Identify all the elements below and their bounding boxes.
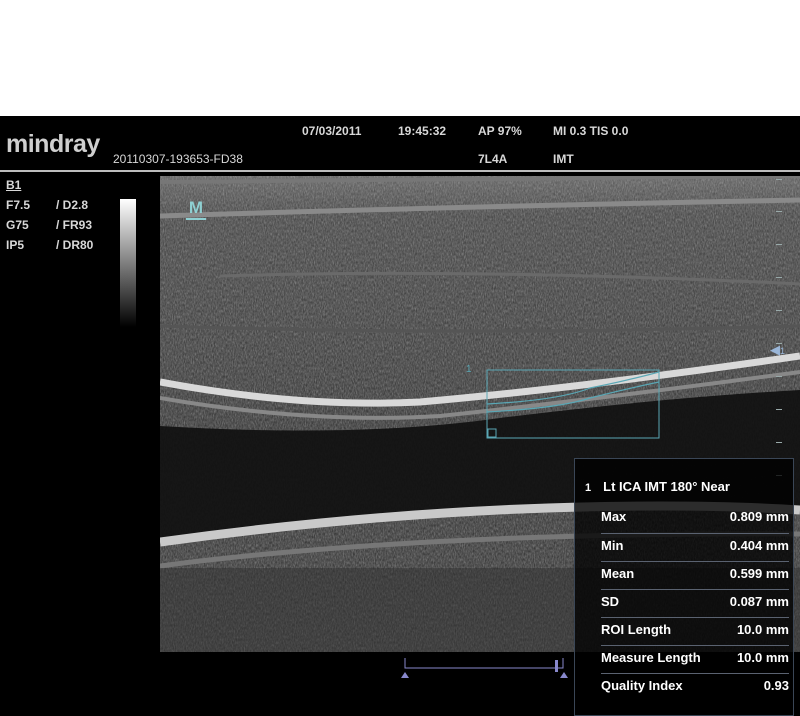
result-row-mean: Mean 0.599 mm (601, 561, 789, 586)
result-value: 0.087 mm (729, 594, 789, 609)
ultrasound-screen: mindray 20110307-193653-FD38 07/03/2011 … (0, 116, 800, 716)
param-right-2: / FR93 (56, 218, 93, 232)
mode-label: B1 (6, 178, 22, 192)
exam-date: 07/03/2011 (302, 124, 362, 138)
param-left-2: G75 (6, 218, 29, 232)
measurement-name: Lt ICA IMT 180° Near (603, 479, 730, 494)
grayscale-bar (120, 199, 136, 327)
mi-tis-readout: MI 0.3 TIS 0.0 (553, 124, 629, 138)
focus-label: 1 (780, 346, 786, 356)
frame-scrollbar[interactable] (400, 656, 572, 680)
mindray-logo: mindray (6, 130, 100, 158)
result-value: 0.599 mm (729, 566, 789, 581)
acoustic-power: AP 97% (478, 124, 522, 138)
header-divider (0, 170, 800, 172)
exam-time: 19:45:32 (398, 124, 447, 138)
results-title: 1 Lt ICA IMT 180° Near (585, 479, 730, 494)
focus-marker-icon: ◀1 (770, 342, 786, 357)
roi-label: 1 (466, 364, 472, 375)
result-label: Quality Index (601, 678, 683, 693)
param-right-1: / D2.8 (56, 198, 89, 212)
result-value: 10.0 mm (736, 622, 789, 637)
result-row-max: Max 0.809 mm (601, 505, 789, 529)
result-label: Min (601, 538, 624, 553)
result-row-min: Min 0.404 mm (601, 533, 789, 558)
result-row-measure-length: Measure Length 10.0 mm (601, 645, 789, 670)
exam-preset: IMT (553, 152, 574, 166)
result-label: Max (601, 509, 627, 524)
param-left-3: IP5 (6, 238, 25, 252)
measurement-index: 1 (585, 482, 592, 494)
result-value: 0.809 mm (729, 509, 789, 524)
result-label: ROI Length (601, 622, 672, 637)
result-label: SD (601, 594, 620, 609)
patient-id: 20110307-193653-FD38 (113, 152, 243, 166)
param-right-3: / DR80 (56, 238, 94, 252)
result-label: Measure Length (601, 650, 701, 665)
param-left-1: F7.5 (6, 198, 31, 212)
start-marker-icon (401, 672, 409, 678)
result-row-roi-length: ROI Length 10.0 mm (601, 617, 789, 642)
result-value: 0.404 mm (729, 538, 789, 553)
imt-results-panel: 1 Lt ICA IMT 180° Near Max 0.809 mm Min 0.4… (574, 458, 794, 716)
probe-name: 7L4A (478, 152, 508, 166)
result-row-quality-index: Quality Index 0.93 (601, 673, 789, 698)
result-label: Mean (601, 566, 635, 581)
result-value: 10.0 mm (736, 650, 789, 665)
m-mark-icon: M (186, 199, 206, 220)
end-marker-icon (560, 672, 568, 678)
frame-cursor (555, 660, 558, 672)
result-row-sd: SD 0.087 mm (601, 589, 789, 614)
result-value: 0.93 (763, 678, 789, 693)
